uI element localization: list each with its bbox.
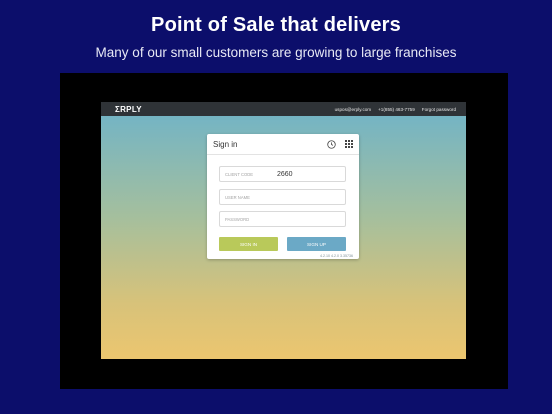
- app-screen: ΣRPLY uspos@erply.com +1(855) 463-7759 F…: [101, 102, 466, 359]
- forgot-password-link[interactable]: Forgot password: [422, 107, 456, 112]
- sign-up-button[interactable]: SIGN UP: [287, 237, 346, 251]
- support-email-link[interactable]: uspos@erply.com: [335, 107, 372, 112]
- top-bar: ΣRPLY uspos@erply.com +1(855) 463-7759 F…: [101, 102, 466, 116]
- password-placeholder: PASSWORD: [225, 216, 250, 222]
- grid-menu-icon[interactable]: [345, 140, 353, 148]
- subheadline: Many of our small customers are growing …: [95, 45, 457, 60]
- username-placeholder: USER NAME: [225, 194, 250, 200]
- sign-in-panel: Sign in CLIENT CODE 2660 USER NAME PASSW…: [207, 134, 359, 259]
- support-phone: +1(855) 463-7759: [378, 106, 415, 112]
- clock-icon[interactable]: [327, 139, 336, 149]
- version-label: 4.2.10 4.2.0 3.35736: [320, 254, 353, 258]
- client-code-label: CLIENT CODE: [225, 171, 254, 177]
- sign-in-title: Sign in: [213, 139, 238, 149]
- username-field[interactable]: USER NAME: [219, 189, 346, 205]
- client-code-value: 2660: [277, 170, 293, 178]
- tablet-frame: ΣRPLY uspos@erply.com +1(855) 463-7759 F…: [60, 73, 508, 389]
- password-field[interactable]: PASSWORD: [219, 211, 346, 227]
- erply-logo: ΣRPLY: [115, 104, 142, 114]
- sign-in-header: Sign in: [207, 134, 359, 155]
- headline: Point of Sale that delivers: [151, 14, 401, 36]
- client-code-field[interactable]: CLIENT CODE 2660: [219, 166, 346, 182]
- sign-in-button[interactable]: SIGN IN: [219, 237, 278, 251]
